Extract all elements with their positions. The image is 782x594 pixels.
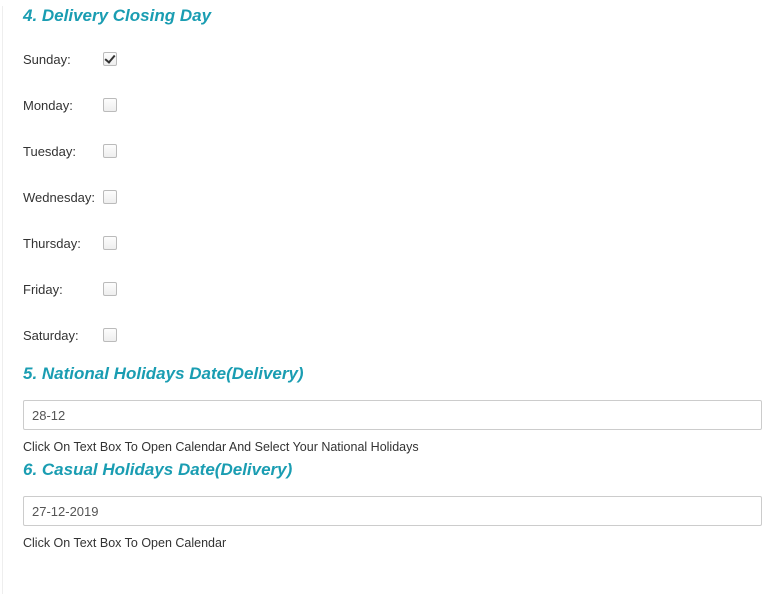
day-row-sunday: Sunday: <box>23 36 762 82</box>
checkbox-saturday[interactable] <box>103 328 117 342</box>
day-row-friday: Friday: <box>23 266 762 312</box>
checkbox-thursday[interactable] <box>103 236 117 250</box>
checkbox-sunday[interactable] <box>103 52 117 66</box>
day-row-thursday: Thursday: <box>23 220 762 266</box>
national-holidays-help: Click On Text Box To Open Calendar And S… <box>23 440 762 454</box>
section-title-casual-holidays: 6. Casual Holidays Date(Delivery) <box>23 460 762 480</box>
day-label-thursday: Thursday: <box>23 236 103 251</box>
section-title-closing-day: 4. Delivery Closing Day <box>23 6 762 26</box>
checkbox-wednesday[interactable] <box>103 190 117 204</box>
checkbox-tuesday[interactable] <box>103 144 117 158</box>
checkbox-monday[interactable] <box>103 98 117 112</box>
casual-holidays-help: Click On Text Box To Open Calendar <box>23 536 762 550</box>
national-holidays-input[interactable] <box>23 400 762 430</box>
checkbox-friday[interactable] <box>103 282 117 296</box>
day-label-saturday: Saturday: <box>23 328 103 343</box>
day-label-monday: Monday: <box>23 98 103 113</box>
day-row-tuesday: Tuesday: <box>23 128 762 174</box>
day-row-monday: Monday: <box>23 82 762 128</box>
section-title-national-holidays: 5. National Holidays Date(Delivery) <box>23 364 762 384</box>
day-label-wednesday: Wednesday: <box>23 190 103 205</box>
day-label-sunday: Sunday: <box>23 52 103 67</box>
day-label-friday: Friday: <box>23 282 103 297</box>
casual-holidays-input[interactable] <box>23 496 762 526</box>
day-label-tuesday: Tuesday: <box>23 144 103 159</box>
day-row-saturday: Saturday: <box>23 312 762 358</box>
day-row-wednesday: Wednesday: <box>23 174 762 220</box>
